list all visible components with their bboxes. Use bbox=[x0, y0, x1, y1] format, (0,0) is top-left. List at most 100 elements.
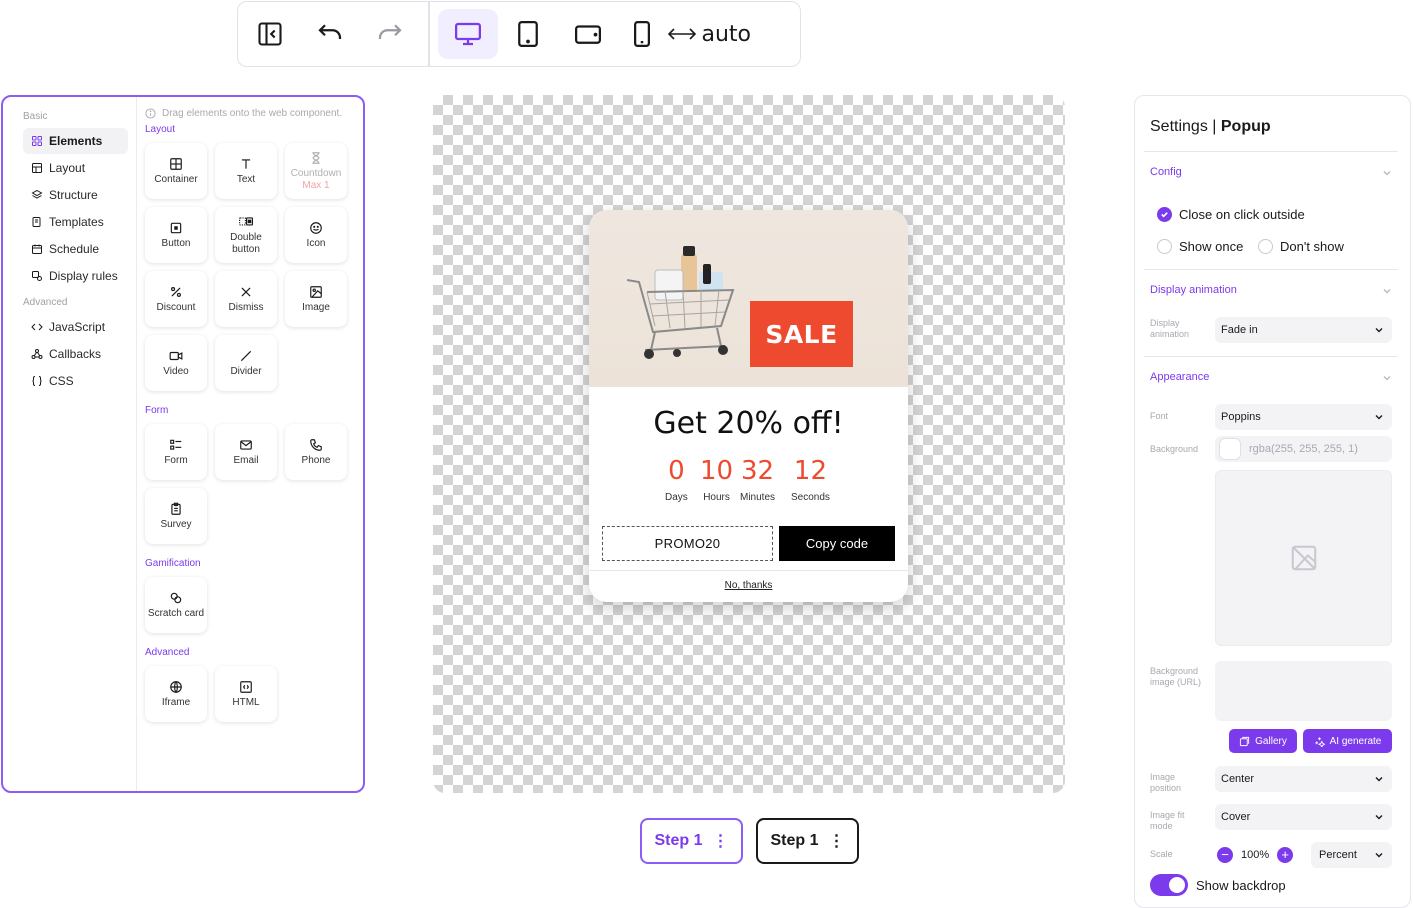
promo-code-box[interactable]: PROMO20 bbox=[602, 526, 773, 561]
button-icon bbox=[170, 222, 182, 233]
chevron-down-icon[interactable] bbox=[1382, 286, 1392, 296]
tile-iframe[interactable]: Iframe bbox=[145, 666, 207, 722]
settings-title-target: Popup bbox=[1220, 118, 1271, 135]
tile-discount[interactable]: Discount bbox=[145, 271, 207, 327]
increment-button[interactable]: + bbox=[1277, 847, 1294, 863]
tile-html[interactable]: HTML bbox=[215, 666, 277, 722]
image-fit-select[interactable]: Cover bbox=[1215, 804, 1392, 830]
timer-seconds: 12 Seconds bbox=[791, 456, 830, 503]
step-tab-active[interactable]: Step 1 ⋮ bbox=[640, 818, 743, 864]
no-thanks-link[interactable]: No, thanks bbox=[589, 580, 908, 591]
form-icon bbox=[170, 439, 182, 450]
sidebar-item-css[interactable]: CSS bbox=[23, 368, 128, 394]
scale-value[interactable]: 100% bbox=[1241, 849, 1269, 861]
sidebar-item-javascript[interactable]: JavaScript bbox=[23, 314, 128, 340]
show-backdrop-toggle[interactable]: Show backdrop bbox=[1150, 874, 1286, 896]
toggle-switch-on[interactable] bbox=[1150, 874, 1188, 896]
tablet-portrait-icon bbox=[517, 21, 538, 47]
sidebar-item-templates[interactable]: Templates bbox=[23, 209, 128, 235]
color-swatch[interactable] bbox=[1219, 438, 1241, 460]
advanced-tiles: Iframe HTML bbox=[145, 666, 363, 722]
redo-icon bbox=[378, 24, 402, 39]
section-appearance[interactable]: Appearance bbox=[1150, 371, 1209, 383]
chevron-down-icon bbox=[1375, 415, 1383, 420]
section-display-animation[interactable]: Display animation bbox=[1150, 284, 1237, 296]
tile-container[interactable]: Container bbox=[145, 143, 207, 199]
sidebar-item-elements[interactable]: Elements bbox=[23, 128, 128, 154]
copy-code-button[interactable]: Copy code bbox=[779, 526, 895, 561]
tile-text[interactable]: Text bbox=[215, 143, 277, 199]
tile-dismiss[interactable]: Dismiss bbox=[215, 271, 277, 327]
sidebar-item-schedule[interactable]: Schedule bbox=[23, 236, 128, 262]
popup-preview[interactable]: SALE Get 20% off! 0 Days 10 Hours 32 Min… bbox=[589, 210, 908, 602]
step-tab[interactable]: Step 1 ⋮ bbox=[756, 818, 859, 864]
tile-button[interactable]: Button bbox=[145, 207, 207, 263]
tile-countdown[interactable]: Countdown Max 1 bbox=[285, 143, 347, 199]
sidebar-item-callbacks[interactable]: Callbacks bbox=[23, 341, 128, 367]
bg-image-url-input[interactable] bbox=[1215, 661, 1392, 721]
drag-hint: Drag elements onto the web component. bbox=[143, 107, 343, 120]
editor-canvas[interactable]: SALE Get 20% off! 0 Days 10 Hours 32 Min… bbox=[433, 95, 1065, 793]
popup-divider bbox=[589, 570, 908, 571]
hourglass-icon bbox=[312, 151, 320, 164]
tile-email[interactable]: Email bbox=[215, 424, 277, 480]
scale-unit-select[interactable]: Percent bbox=[1311, 842, 1392, 868]
panel-collapse-button[interactable] bbox=[240, 9, 300, 59]
tile-image[interactable]: Image bbox=[285, 271, 347, 327]
popup-title[interactable]: Get 20% off! bbox=[589, 406, 908, 441]
close-outside-label: Close on click outside bbox=[1179, 207, 1305, 222]
background-label: Background bbox=[1150, 444, 1199, 454]
more-vertical-icon[interactable]: ⋮ bbox=[713, 831, 729, 851]
grid-icon bbox=[32, 136, 42, 146]
section-config[interactable]: Config bbox=[1150, 166, 1182, 178]
timer-value: 12 bbox=[793, 456, 827, 486]
tile-form[interactable]: Form bbox=[145, 424, 207, 480]
sidebar-item-structure[interactable]: Structure bbox=[23, 182, 128, 208]
timer-label: Seconds bbox=[791, 492, 830, 503]
tile-icon[interactable]: Icon bbox=[285, 207, 347, 263]
tile-double-button[interactable]: Double button bbox=[215, 207, 277, 263]
close-outside-checkbox[interactable]: Close on click outside bbox=[1157, 207, 1305, 222]
popup-hero-image[interactable]: SALE bbox=[589, 210, 908, 387]
tile-label: Divider bbox=[230, 365, 262, 377]
chevron-down-icon[interactable] bbox=[1382, 168, 1392, 178]
show-once-radio[interactable]: Show once bbox=[1157, 239, 1243, 254]
tablet-portrait-view-button[interactable] bbox=[498, 9, 558, 59]
dont-show-radio[interactable]: Don't show bbox=[1258, 239, 1344, 254]
image-position-select[interactable]: Center bbox=[1215, 766, 1392, 792]
timer-label: Minutes bbox=[740, 492, 776, 503]
tile-label: Discount bbox=[156, 301, 196, 313]
chevron-down-icon[interactable] bbox=[1382, 373, 1392, 383]
tile-divider[interactable]: Divider bbox=[215, 335, 277, 391]
width-mode-value[interactable]: auto bbox=[702, 22, 752, 47]
tile-video[interactable]: Video bbox=[145, 335, 207, 391]
scale-label: Scale bbox=[1150, 849, 1173, 859]
select-value: Cover bbox=[1221, 811, 1251, 823]
tile-label: Countdown bbox=[290, 167, 342, 179]
tile-label: Email bbox=[233, 454, 259, 466]
desktop-icon bbox=[454, 22, 481, 46]
ai-generate-button[interactable]: AI generate bbox=[1303, 729, 1392, 753]
background-image-preview[interactable] bbox=[1215, 470, 1392, 646]
display-animation-select[interactable]: Fade in bbox=[1215, 317, 1392, 343]
tablet-landscape-icon bbox=[574, 25, 601, 44]
section-form: Form bbox=[145, 405, 169, 416]
tablet-landscape-view-button[interactable] bbox=[558, 9, 618, 59]
font-select[interactable]: Poppins bbox=[1215, 404, 1392, 430]
more-vertical-icon[interactable]: ⋮ bbox=[829, 831, 845, 851]
tile-scratch-card[interactable]: Scratch card bbox=[145, 577, 207, 633]
drag-hint-text: Drag elements onto the web component. bbox=[162, 108, 343, 119]
undo-button[interactable] bbox=[300, 9, 360, 59]
redo-button[interactable] bbox=[360, 9, 420, 59]
sidebar-item-layout[interactable]: Layout bbox=[23, 155, 128, 181]
mobile-view-button[interactable] bbox=[618, 9, 666, 59]
tile-survey[interactable]: Survey bbox=[145, 488, 207, 544]
gallery-button[interactable]: Gallery bbox=[1229, 729, 1297, 753]
decrement-button[interactable]: − bbox=[1217, 847, 1233, 863]
background-color-input[interactable]: rgba(255, 255, 255, 1) bbox=[1215, 436, 1392, 462]
tile-phone[interactable]: Phone bbox=[285, 424, 347, 480]
sidebar-item-display-rules[interactable]: Display rules bbox=[23, 263, 128, 289]
desktop-view-button[interactable] bbox=[437, 9, 498, 59]
toolbar-divider bbox=[428, 1, 430, 67]
settings-panel: Settings | Popup Config Close on click o… bbox=[1134, 95, 1411, 908]
